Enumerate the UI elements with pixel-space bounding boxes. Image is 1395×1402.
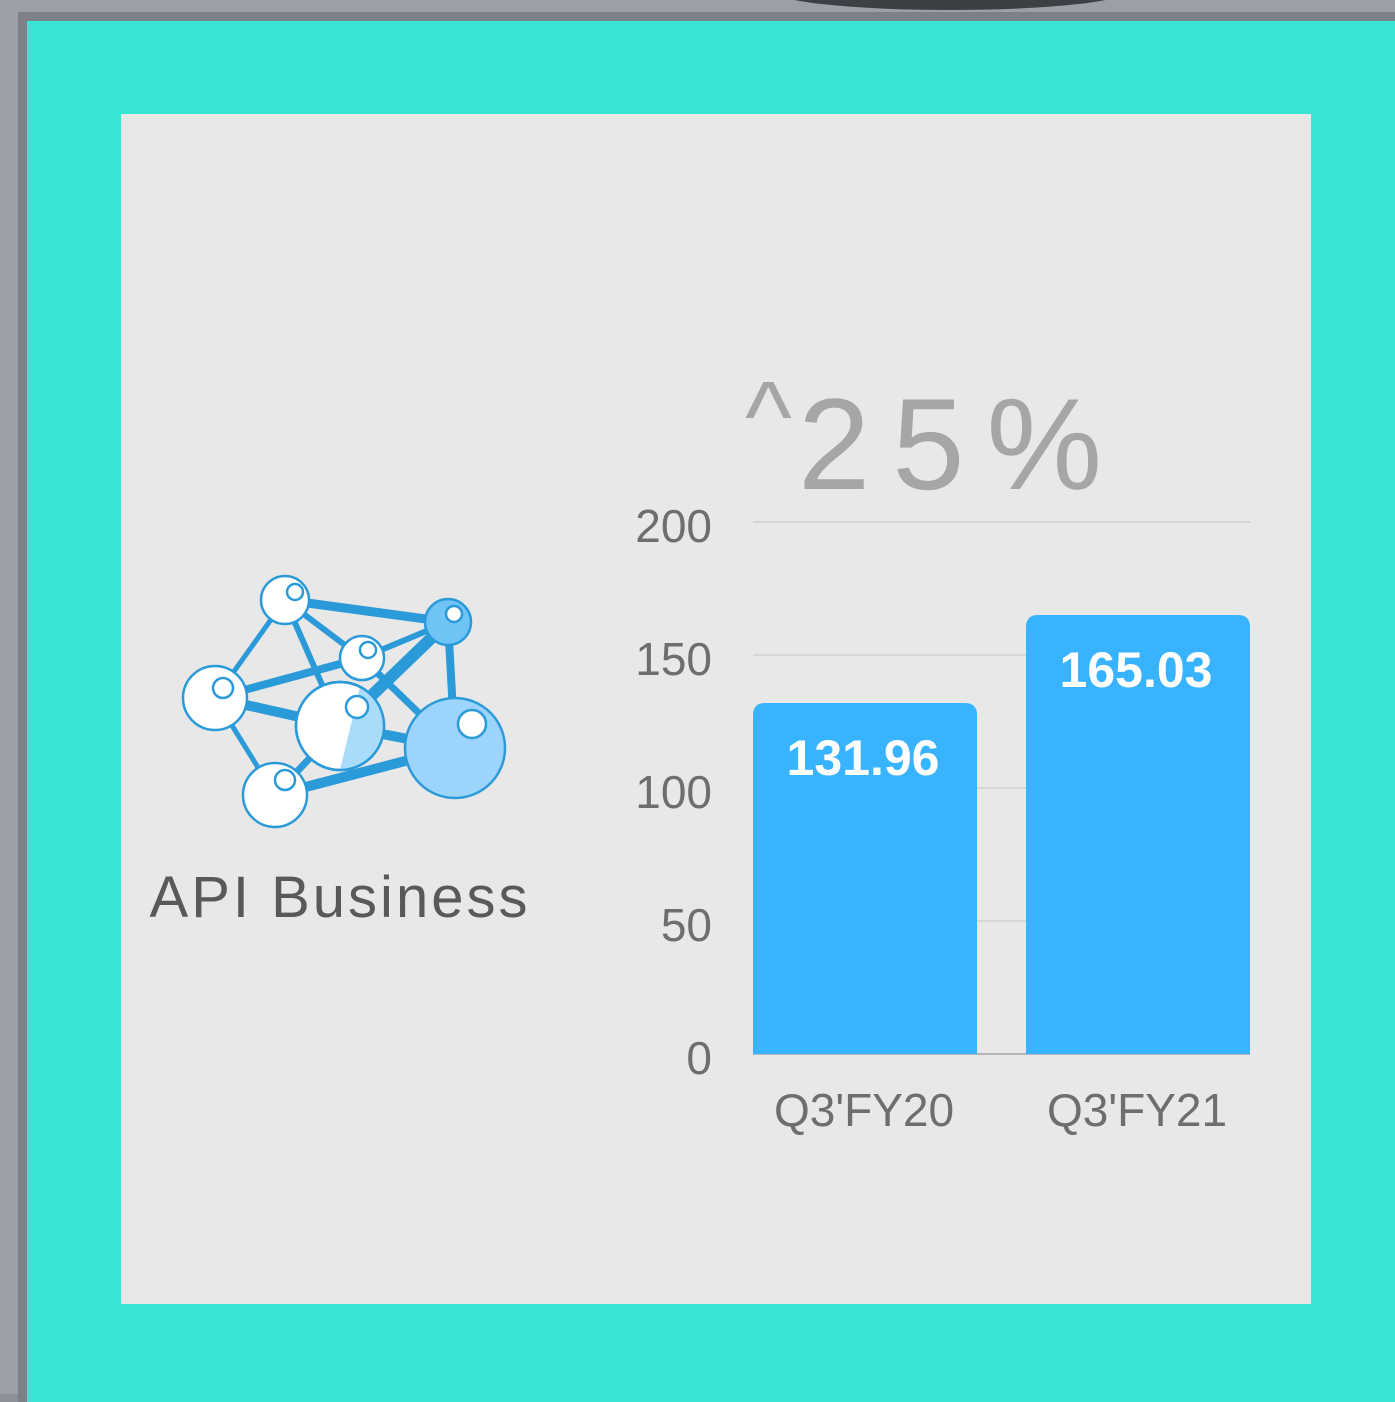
y-tick-label: 150 <box>635 633 712 685</box>
bar-value-label: 165.03 <box>1060 642 1213 698</box>
x-tick-label: Q3'FY20 <box>774 1084 954 1136</box>
x-tick-label: Q3'FY21 <box>1047 1084 1227 1136</box>
y-tick-label: 50 <box>661 899 712 951</box>
bar-value-label: 131.96 <box>787 730 940 786</box>
y-tick-label: 200 <box>635 500 712 552</box>
y-tick-label: 100 <box>635 766 712 818</box>
bar-chart: 0 50 100 150 200 131.96 Q3'FY20 165.03 Q3'FY21 <box>635 500 1250 1136</box>
y-tick-label: 0 <box>686 1032 712 1084</box>
